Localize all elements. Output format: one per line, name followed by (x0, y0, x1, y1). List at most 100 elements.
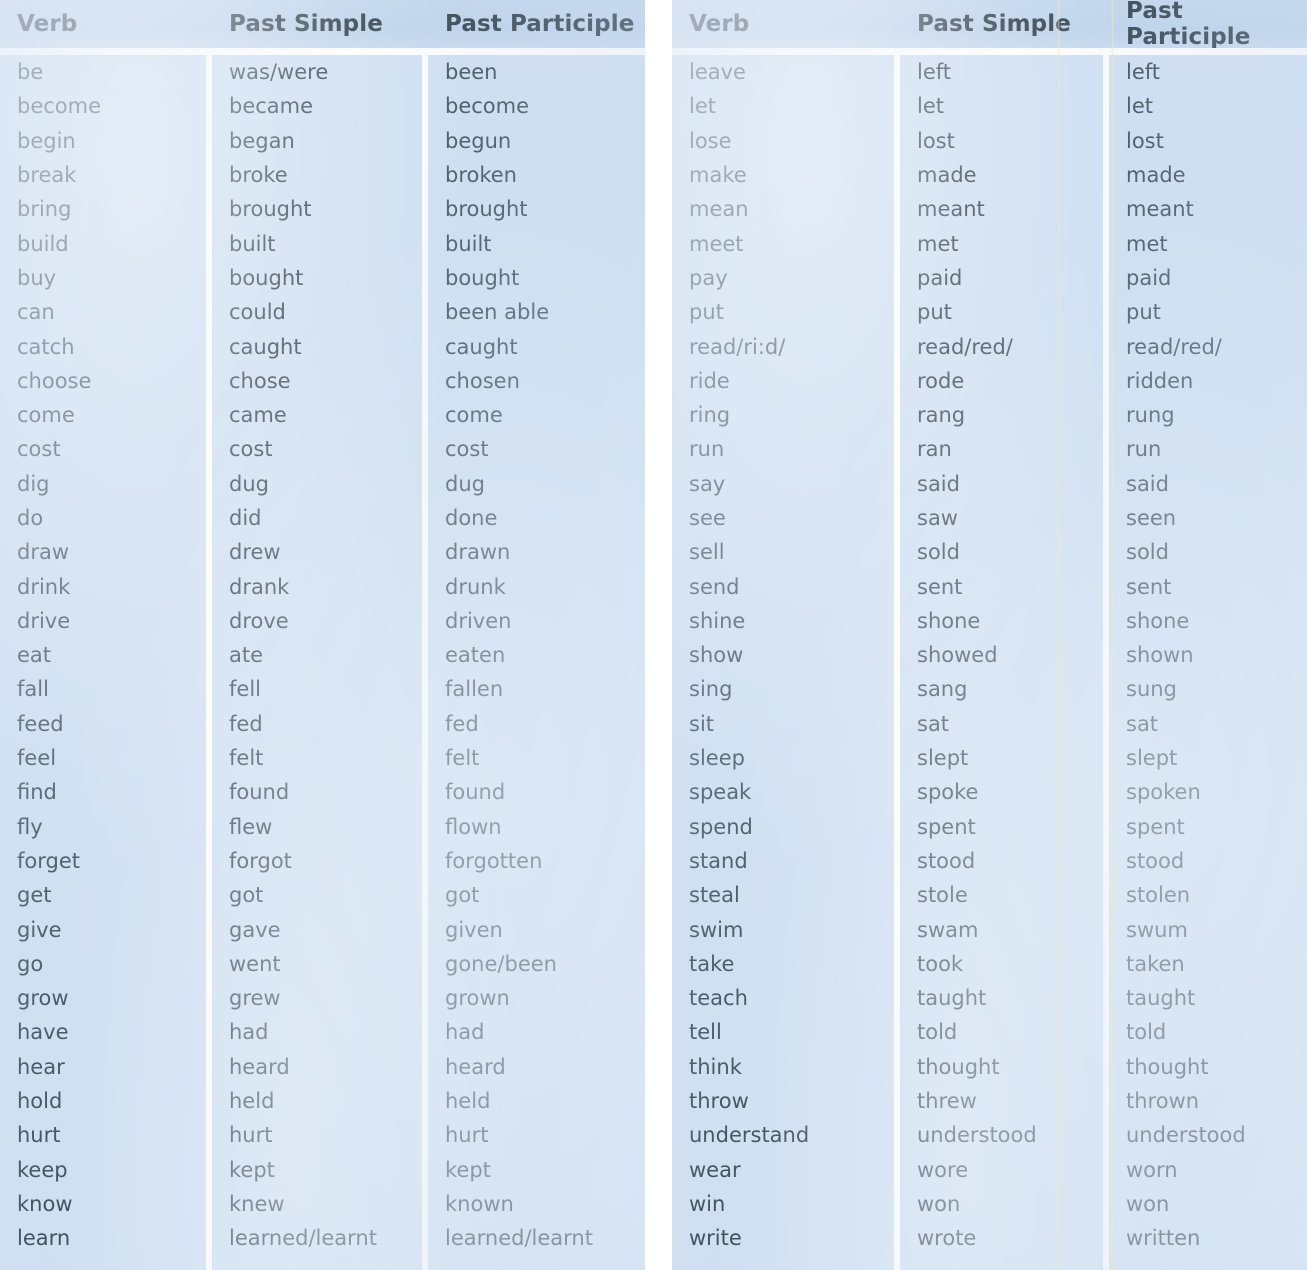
cell-verb: take (689, 951, 735, 976)
cell-past-participle: shone (1126, 608, 1190, 633)
table-row: win won won (672, 1187, 1307, 1221)
cell-past-participle: hurt (445, 1123, 489, 1148)
cell-past-simple: swam (917, 917, 979, 942)
cell-past-simple: stole (917, 883, 968, 908)
cell-past-participle: let (1126, 94, 1153, 119)
cell-past-participle: swum (1126, 917, 1188, 942)
table-row: run ran run (672, 432, 1307, 466)
cell-past-participle: felt (445, 746, 480, 771)
cell-verb: bring (17, 197, 72, 222)
cell-verb: feed (17, 711, 64, 736)
column-header-verb: Verb (689, 11, 750, 37)
cell-verb: go (17, 951, 44, 976)
column-header-past-simple: Past Simple (917, 11, 1071, 37)
table-row: lose lost lost (672, 124, 1307, 158)
cell-verb: sell (689, 540, 725, 565)
table-row: catch caught caught (0, 329, 645, 363)
cell-past-simple: thought (917, 1054, 1000, 1079)
cell-past-participle: sent (1126, 574, 1172, 599)
cell-past-simple: left (917, 60, 952, 85)
table-row: send sent sent (672, 569, 1307, 603)
cell-past-participle: told (1126, 1020, 1167, 1045)
table-row: keep kept kept (0, 1153, 645, 1187)
cell-past-simple: became (229, 94, 314, 119)
table-row: feed fed fed (0, 707, 645, 741)
verb-table-left: Verb Past Simple Past Participle be was/w… (0, 0, 645, 1270)
column-divider-2 (1103, 55, 1109, 1270)
cell-past-simple: rang (917, 403, 966, 428)
cell-past-participle: chosen (445, 368, 520, 393)
cell-past-participle: made (1126, 163, 1186, 188)
cell-past-participle: taught (1126, 986, 1196, 1011)
cell-verb: understand (689, 1123, 810, 1148)
table-row: be was/were been (0, 55, 645, 89)
cell-verb: sing (689, 677, 733, 702)
table-row: break broke broken (0, 158, 645, 192)
cell-past-simple: hurt (229, 1123, 273, 1148)
cell-past-participle: understood (1126, 1123, 1246, 1148)
cell-past-participle: run (1126, 437, 1162, 462)
cell-past-simple: caught (229, 334, 302, 359)
cell-past-simple: was/were (229, 60, 329, 85)
cell-past-participle: sung (1126, 677, 1177, 702)
cell-past-participle: taken (1126, 951, 1185, 976)
cell-past-simple: kept (229, 1157, 275, 1182)
cell-past-simple: dug (229, 471, 269, 496)
table-row: hold held held (0, 1084, 645, 1118)
cell-verb: learn (17, 1226, 71, 1251)
cell-past-participle: read/red/ (1126, 334, 1222, 359)
cell-verb: give (17, 917, 62, 942)
table-row: understand understood understood (672, 1118, 1307, 1152)
cell-past-simple: drove (229, 608, 289, 633)
cell-past-participle: driven (445, 608, 512, 633)
cell-verb: show (689, 643, 744, 668)
cell-verb: sleep (689, 746, 745, 771)
cell-past-participle: said (1126, 471, 1169, 496)
cell-past-participle: grown (445, 986, 510, 1011)
table-row: choose chose chosen (0, 364, 645, 398)
table-row: put put put (672, 295, 1307, 329)
cell-past-simple: heard (229, 1054, 290, 1079)
cell-past-simple: made (917, 163, 977, 188)
cell-verb: leave (689, 60, 746, 85)
cell-past-participle: stolen (1126, 883, 1191, 908)
cell-past-simple: drew (229, 540, 281, 565)
cell-past-participle: rung (1126, 403, 1175, 428)
table-row: sing sang sung (672, 672, 1307, 706)
cell-verb: hear (17, 1054, 65, 1079)
cell-past-participle: drawn (445, 540, 511, 565)
cell-past-participle: sat (1126, 711, 1159, 736)
table-row: ring rang rung (672, 398, 1307, 432)
table-row: build built built (0, 226, 645, 260)
cell-past-participle: fed (445, 711, 479, 736)
cell-past-participle: won (1126, 1191, 1170, 1216)
cell-past-simple: sent (917, 574, 963, 599)
table-row: begin began begun (0, 124, 645, 158)
cell-past-simple: paid (917, 265, 963, 290)
cell-past-participle: begun (445, 128, 512, 153)
table-row: drink drank drunk (0, 569, 645, 603)
cell-verb: ring (689, 403, 731, 428)
cell-verb: hold (17, 1089, 63, 1114)
cell-past-simple: ate (229, 643, 264, 668)
cell-past-simple: could (229, 300, 286, 325)
cell-verb: tell (689, 1020, 722, 1045)
cell-past-simple: held (229, 1089, 275, 1114)
cell-past-participle: slept (1126, 746, 1178, 771)
cell-past-simple: sat (917, 711, 950, 736)
cell-verb: eat (17, 643, 52, 668)
cell-verb: draw (17, 540, 70, 565)
cell-past-simple: said (917, 471, 960, 496)
table-row: throw threw thrown (672, 1084, 1307, 1118)
cell-verb: shine (689, 608, 746, 633)
cell-verb: fly (17, 814, 43, 839)
cell-past-participle: stood (1126, 848, 1185, 873)
cell-past-simple: put (917, 300, 952, 325)
cell-past-simple: did (229, 506, 262, 530)
table-row: teach taught taught (672, 981, 1307, 1015)
cell-past-simple: meant (917, 197, 985, 222)
cell-verb: spend (689, 814, 753, 839)
table-row: see saw seen (672, 501, 1307, 535)
table-row: sit sat sat (672, 707, 1307, 741)
cell-verb: cost (17, 437, 61, 462)
